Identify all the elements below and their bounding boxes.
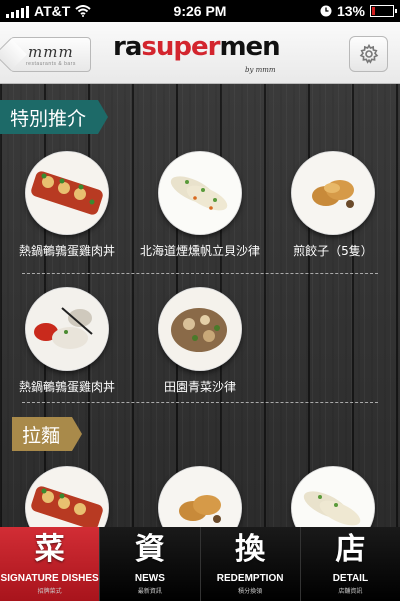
dish-photo	[26, 152, 108, 234]
tab-sublabel: 店舖資訊	[338, 589, 363, 595]
back-button[interactable]: mmm restaurants & bars	[10, 37, 91, 72]
dish-card[interactable]: 田園青菜沙律	[133, 288, 267, 395]
dish-name: 田園青菜沙律	[163, 380, 236, 394]
dish-photo	[159, 467, 241, 527]
tab-detail[interactable]: 店 DETAIL 店舖資訊	[299, 527, 400, 601]
tab-sublabel: 積分換領	[238, 589, 263, 595]
dish-photo	[292, 152, 374, 234]
tab-label: REDEMPTION	[216, 573, 284, 584]
gear-icon	[359, 44, 378, 64]
dish-photo	[26, 288, 108, 370]
tab-signature-dishes[interactable]: 菜 SIGNATURE DISHES 招牌菜式	[0, 527, 100, 601]
tab-label: DETAIL	[332, 573, 369, 584]
brand-right: men	[219, 32, 280, 62]
brand-logo: rasupermen	[113, 32, 281, 62]
status-bar: AT&T 9:26 PM 13%	[0, 0, 400, 22]
battery-icon	[370, 5, 397, 17]
tab-label: SIGNATURE DISHES	[0, 573, 99, 584]
dish-card[interactable]	[266, 467, 400, 527]
tab-sublabel: 招牌菜式	[37, 589, 62, 595]
detail-icon: 店	[335, 532, 366, 567]
dish-card[interactable]: 熱鍋鵪鶉蛋雞肉丼	[0, 288, 134, 395]
battery-percent: 13%	[336, 3, 365, 19]
news-icon: 資	[134, 532, 165, 567]
redemption-icon: 換	[235, 532, 266, 567]
dish-card[interactable]: 煎餃子（5隻）	[266, 152, 400, 259]
dish-photo	[159, 152, 241, 234]
battery-level	[372, 7, 375, 15]
dish-name: 北海道煙燻帆立貝沙律	[139, 244, 260, 258]
row-divider	[22, 402, 378, 403]
dish-list[interactable]: 特別推介 熱鍋鵪鶉蛋雞肉丼 北海道煙燻帆立貝沙律 煎餃子（5隻） 熱鍋鵪鶉蛋雞肉…	[0, 84, 400, 527]
dish-name: 煎餃子（5隻）	[293, 244, 373, 258]
dish-card[interactable]	[0, 467, 134, 527]
brand-left: ra	[113, 32, 142, 62]
signature-dishes-icon: 菜	[34, 532, 65, 567]
row-divider	[22, 273, 378, 274]
section-ramen-label: 拉麵	[12, 417, 83, 451]
dish-card[interactable]	[133, 467, 267, 527]
tab-bar: 菜 SIGNATURE DISHES 招牌菜式 資 NEWS 最新資訊 換 RE…	[0, 527, 400, 601]
dish-card[interactable]: 熱鍋鵪鶉蛋雞肉丼	[0, 152, 134, 259]
tab-redemption[interactable]: 換 REDEMPTION 積分換領	[199, 527, 300, 601]
settings-button[interactable]	[349, 36, 388, 72]
dish-photo	[159, 288, 241, 370]
dish-name: 熱鍋鵪鶉蛋雞肉丼	[18, 244, 115, 258]
tab-news[interactable]: 資 NEWS 最新資訊	[99, 527, 199, 601]
section-featured-label: 特別推介	[0, 100, 109, 134]
clock-icon	[320, 5, 332, 17]
dish-photo	[26, 467, 108, 527]
tab-label: NEWS	[134, 573, 165, 584]
brand-sub: by mmm	[245, 66, 276, 74]
nav-bar: mmm restaurants & bars rasupermen by mmm	[0, 22, 400, 84]
brand-mid: super	[141, 32, 220, 62]
back-logo-sub: restaurants & bars	[26, 61, 76, 67]
tab-sublabel: 最新資訊	[137, 589, 162, 595]
back-logo: mmm	[28, 43, 74, 61]
status-right: 13%	[320, 3, 397, 19]
dish-name: 熱鍋鵪鶉蛋雞肉丼	[18, 380, 115, 394]
dish-photo	[292, 467, 374, 527]
dish-card[interactable]: 北海道煙燻帆立貝沙律	[133, 152, 267, 259]
